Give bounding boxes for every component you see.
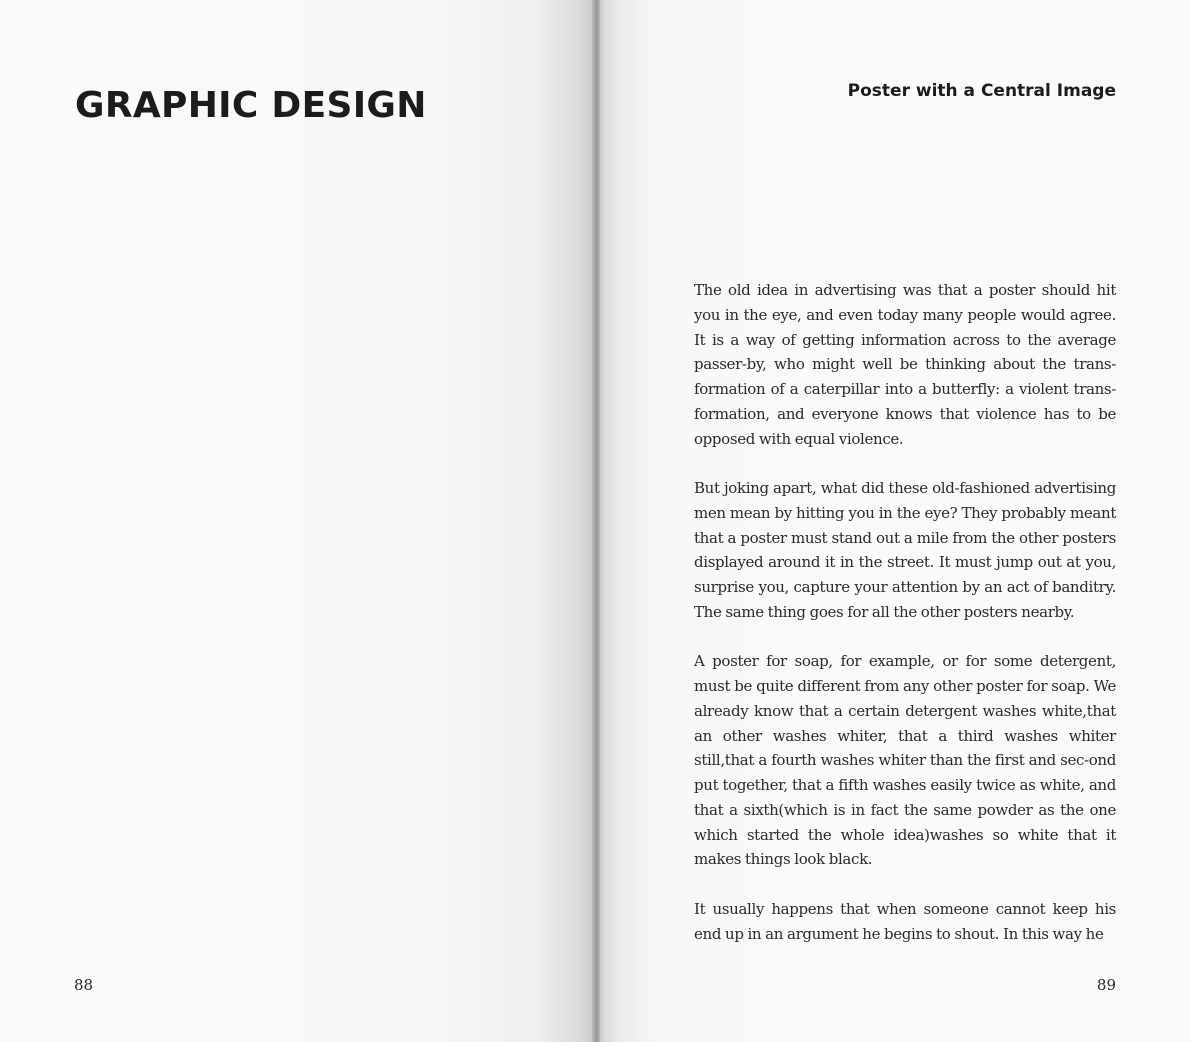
chapter-title: Poster with a Central Image: [847, 81, 1116, 101]
page-number-right: 89: [1096, 976, 1116, 994]
book-gutter: [592, 0, 600, 1042]
right-page: Poster with a Central Image The old idea…: [596, 0, 1191, 1042]
section-title: GRAPHIC DESIGN: [75, 85, 427, 126]
body-text: The old idea in advertising was that a p…: [694, 278, 1116, 971]
book-spread: GRAPHIC DESIGN 88 Poster with a Central …: [0, 0, 1191, 1042]
page-number-left: 88: [74, 976, 94, 994]
paragraph-3: A poster for soap, for example, or for s…: [694, 652, 1116, 869]
paragraph-2: But joking apart, what did these old-fas…: [694, 479, 1116, 621]
paragraph-4: It usually happens that when someone can…: [694, 899, 1116, 943]
left-page: GRAPHIC DESIGN 88: [0, 0, 596, 1042]
paragraph-1: The old idea in advertising was that a p…: [694, 281, 1116, 448]
